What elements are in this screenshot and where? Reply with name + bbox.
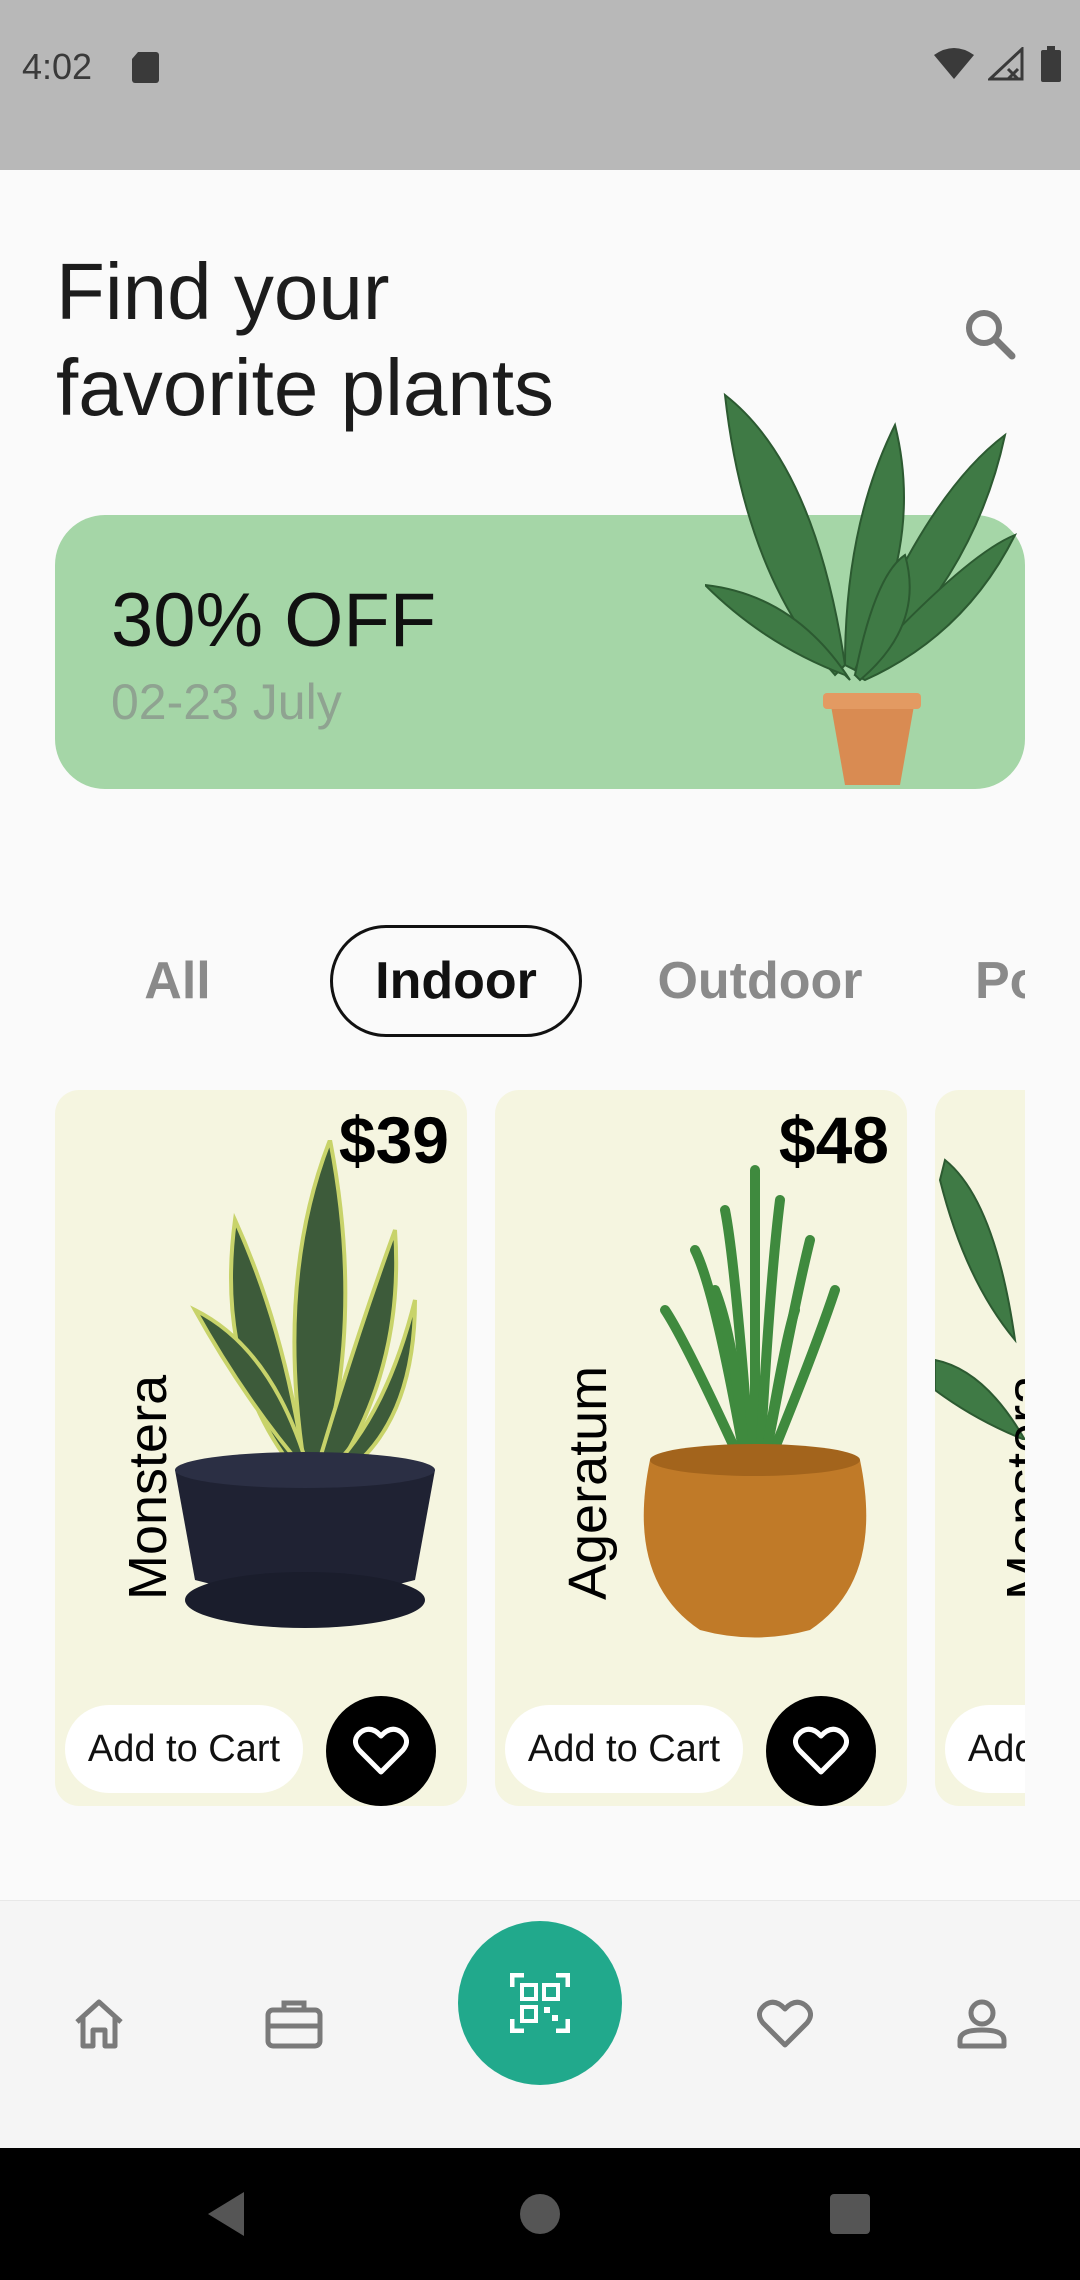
title-line-2: favorite plants	[56, 343, 555, 432]
product-card[interactable]: Monstera Add to Cart	[935, 1090, 1025, 1806]
search-button[interactable]	[956, 300, 1024, 368]
product-name: Monstera	[118, 1374, 178, 1600]
product-name: Ageratum	[558, 1365, 618, 1600]
add-to-cart-button[interactable]: Add to Cart	[65, 1705, 303, 1793]
briefcase-icon	[265, 2000, 323, 2049]
page-title: Find your favorite plants	[56, 244, 554, 436]
home-circle-icon	[520, 2194, 560, 2234]
status-time: 4:02	[22, 46, 93, 87]
nav-home[interactable]	[64, 1989, 134, 2059]
search-icon	[966, 310, 1016, 360]
banana-plant-image	[705, 392, 1018, 785]
qr-scan-icon	[510, 1973, 570, 2033]
title-line-1: Find your	[56, 247, 390, 336]
nav-favorites[interactable]	[750, 1989, 820, 2059]
product-price: $39	[338, 1103, 449, 1177]
snake-plant-image	[175, 1140, 435, 1628]
wifi-icon	[934, 48, 974, 79]
home-button[interactable]	[510, 2184, 570, 2244]
tab-outdoor[interactable]: Outdoor	[640, 925, 880, 1037]
tab-indoor[interactable]: Indoor	[330, 925, 582, 1037]
promo-date: 02-23 July	[111, 674, 342, 730]
product-name: Monstera	[996, 1374, 1025, 1600]
promo-title: 30% OFF	[111, 578, 437, 663]
heart-icon	[353, 1726, 409, 1775]
cylindrical-snake-plant-image	[643, 1165, 867, 1638]
recents-square-icon	[830, 2194, 870, 2234]
sd-card-icon	[132, 52, 159, 83]
status-bar: 4:02	[0, 0, 1080, 170]
back-triangle-icon	[208, 2192, 244, 2236]
heart-icon	[793, 1726, 849, 1775]
bottom-navigation	[0, 1900, 1080, 2148]
recents-button[interactable]	[820, 2184, 880, 2244]
battery-icon	[1041, 46, 1061, 82]
home-icon	[75, 1999, 123, 2049]
tab-all[interactable]: All	[110, 925, 245, 1037]
product-price: $48	[778, 1103, 889, 1177]
product-list: $39 Monstera Add to Cart $48 Ageratum Ad…	[55, 1090, 1025, 1810]
favorite-button[interactable]	[766, 1696, 876, 1806]
person-icon	[957, 1999, 1007, 2049]
product-card[interactable]: $48 Ageratum Add to Cart	[495, 1090, 907, 1806]
add-to-cart-button[interactable]: Add to Cart	[945, 1705, 1025, 1793]
heart-icon	[757, 1999, 813, 2048]
product-card[interactable]: $39 Monstera Add to Cart	[55, 1090, 467, 1806]
cellular-signal-icon	[988, 47, 1024, 81]
status-icons	[934, 46, 1062, 82]
tab-popular[interactable]: Popular	[975, 925, 1025, 1037]
nav-profile[interactable]	[947, 1989, 1017, 2059]
favorite-button[interactable]	[326, 1696, 436, 1806]
back-button[interactable]	[196, 2184, 256, 2244]
category-tabs: All Indoor Outdoor Popular	[0, 925, 1025, 1037]
nav-briefcase[interactable]	[259, 1989, 329, 2059]
add-to-cart-button[interactable]: Add to Cart	[505, 1705, 743, 1793]
scan-button[interactable]	[458, 1921, 622, 2085]
system-navigation-bar	[0, 2148, 1080, 2280]
